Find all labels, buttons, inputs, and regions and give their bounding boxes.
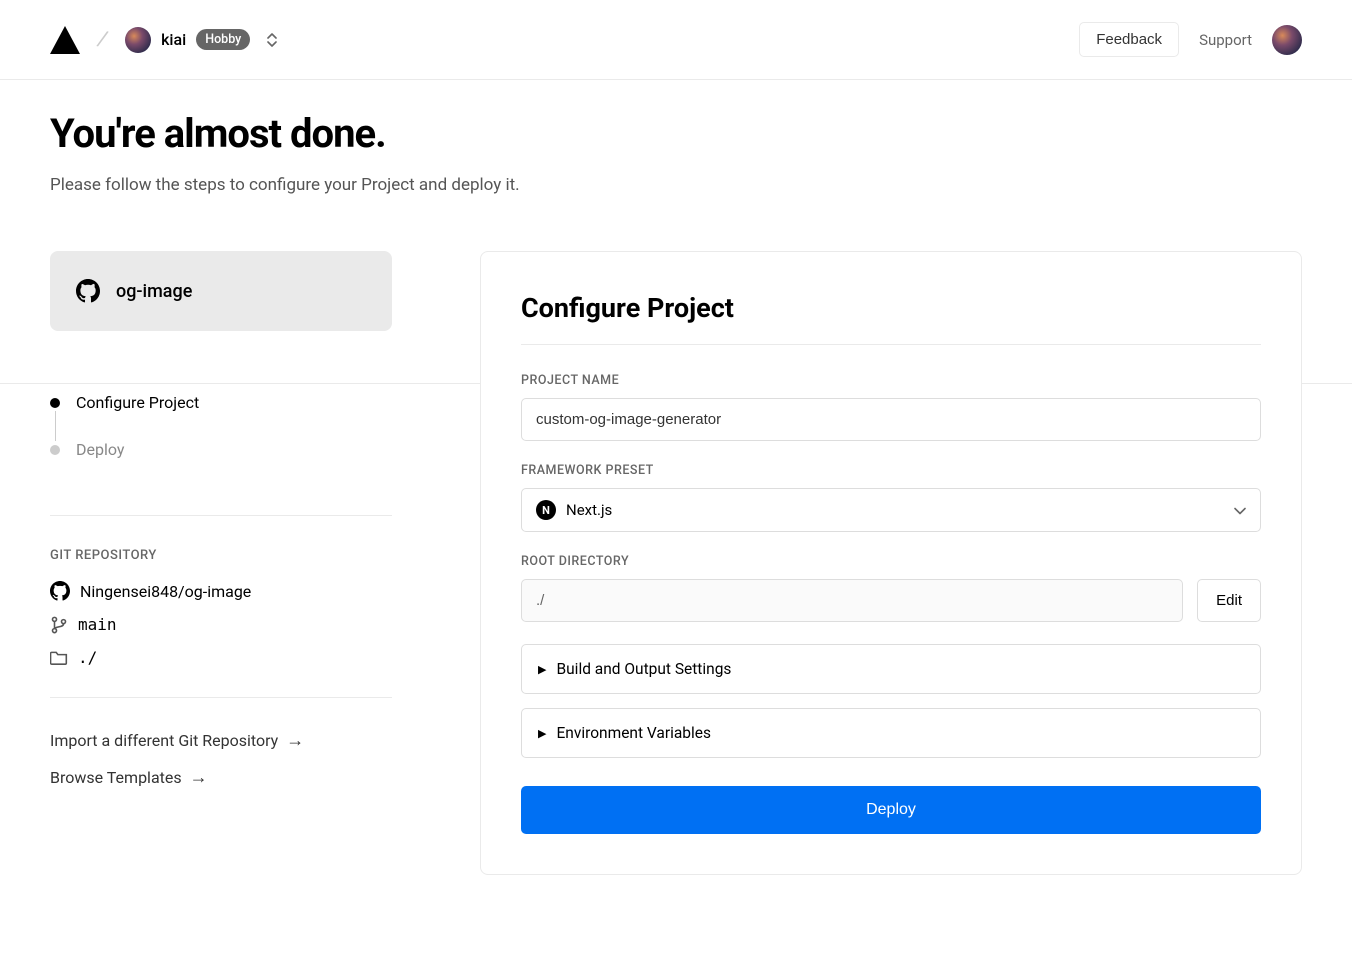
build-output-label: Build and Output Settings	[556, 660, 731, 678]
configure-project-card: Configure Project PROJECT NAME FRAMEWORK…	[480, 251, 1302, 875]
root-directory-input	[521, 579, 1183, 622]
github-icon	[76, 279, 100, 303]
branch-icon	[50, 616, 68, 634]
env-vars-label: Environment Variables	[556, 724, 711, 742]
git-branch: main	[78, 615, 117, 634]
page-subtitle: Please follow the steps to configure you…	[50, 175, 1302, 195]
triangle-right-icon: ▶	[538, 727, 546, 740]
step-dot-inactive-icon	[50, 445, 60, 455]
nextjs-icon: N	[536, 500, 556, 520]
scope-avatar	[125, 27, 151, 53]
build-output-settings-toggle[interactable]: ▶ Build and Output Settings	[521, 644, 1261, 694]
user-avatar[interactable]	[1272, 25, 1302, 55]
step-dot-active-icon	[50, 398, 60, 408]
project-name-label: PROJECT NAME	[521, 373, 1261, 388]
step-label: Deploy	[76, 440, 124, 459]
git-dir: ./	[78, 648, 97, 667]
folder-icon	[50, 649, 68, 667]
triangle-right-icon: ▶	[538, 663, 546, 676]
breadcrumb-slash: /	[95, 26, 110, 52]
arrow-right-icon: →	[286, 730, 304, 751]
repo-card: og-image	[50, 251, 392, 331]
github-icon	[50, 581, 70, 601]
step-label: Configure Project	[76, 393, 199, 412]
git-dir-row: ./	[50, 648, 392, 667]
card-title: Configure Project	[521, 292, 1261, 324]
deploy-button[interactable]: Deploy	[521, 786, 1261, 834]
scope-switcher[interactable]: kiai Hobby	[125, 27, 278, 53]
git-repo-link[interactable]: Ningensei848/og-image	[50, 581, 392, 601]
steps-list: Configure Project Deploy	[50, 393, 392, 459]
git-repo-path: Ningensei848/og-image	[80, 582, 251, 601]
project-name-input[interactable]	[521, 398, 1261, 441]
step-deploy: Deploy	[50, 440, 392, 459]
vercel-logo[interactable]	[50, 26, 80, 54]
edit-root-dir-button[interactable]: Edit	[1197, 579, 1261, 622]
import-different-repo-link[interactable]: Import a different Git Repository →	[50, 730, 392, 751]
framework-preset-label: FRAMEWORK PRESET	[521, 463, 1261, 478]
plan-badge: Hobby	[196, 29, 250, 50]
divider	[50, 515, 392, 516]
scope-chevrons-icon[interactable]	[266, 33, 278, 47]
page-title: You're almost done.	[50, 110, 1302, 157]
divider	[50, 697, 392, 698]
git-branch-row: main	[50, 615, 392, 634]
browse-templates-link[interactable]: Browse Templates →	[50, 767, 392, 788]
framework-preset-value: Next.js	[566, 501, 612, 519]
feedback-button[interactable]: Feedback	[1079, 22, 1179, 57]
environment-variables-toggle[interactable]: ▶ Environment Variables	[521, 708, 1261, 758]
scope-name: kiai	[161, 30, 186, 49]
git-repo-section-label: GIT REPOSITORY	[50, 548, 392, 563]
repo-name: og-image	[116, 281, 192, 302]
root-directory-label: ROOT DIRECTORY	[521, 554, 1261, 569]
step-configure[interactable]: Configure Project	[50, 393, 392, 412]
support-link[interactable]: Support	[1199, 31, 1252, 49]
arrow-right-icon: →	[190, 767, 208, 788]
divider	[521, 344, 1261, 345]
framework-preset-select[interactable]: N Next.js	[521, 488, 1261, 532]
